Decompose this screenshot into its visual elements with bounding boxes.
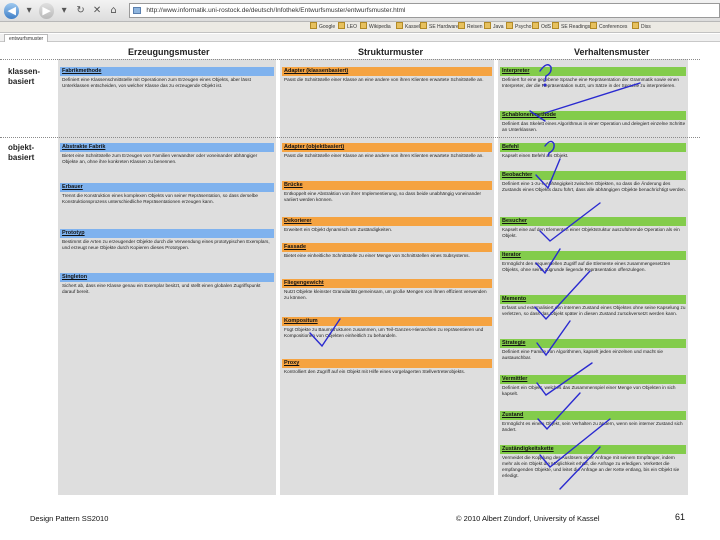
forward-icon[interactable]: ▶ [38,2,55,19]
check-mark-annotation [534,270,591,321]
home-icon[interactable]: ⌂ [107,4,121,18]
page-content: Erzeugungsmuster Strukturmuster Verhalte… [0,43,720,495]
slide: ◀ ▾ ▶ ▾ ↻ ✕ ⌂ http://www.informatik.uni-… [0,0,720,540]
bookmark-item[interactable]: LEO [338,22,357,33]
site-favicon-icon [133,7,142,14]
check-mark-annotation [536,320,571,357]
bookmark-item[interactable]: Java [484,22,504,33]
check-mark-annotation [537,392,581,431]
bookmark-item[interactable]: Diss [632,22,651,33]
back-icon[interactable]: ◀ [4,2,20,19]
bookmark-item[interactable]: Kassel [396,22,420,33]
bookmark-item[interactable]: Reisen [458,22,483,33]
stop-icon[interactable]: ✕ [90,4,104,18]
back-dropdown-icon[interactable]: ▾ [22,4,36,18]
check-mark-annotation [535,158,561,190]
footer-course: Design Pattern SS2010 [30,514,109,523]
bookmarks-bar: Google LEO Wikipedia Kassel SE Hardware … [0,22,720,33]
bookmark-item[interactable]: SE Hardware [420,22,459,33]
check-mark-annotation [535,248,561,275]
question-mark-annotation [544,140,555,157]
handwritten-annotations [309,64,641,490]
bookmark-item[interactable]: Google [310,22,335,33]
page-number: 61 [675,512,686,522]
tab-current[interactable]: entwurfsmuster [4,34,49,42]
bookmark-item[interactable]: Psycho [506,22,531,33]
forward-dropdown-icon[interactable]: ▾ [57,4,71,18]
tab-bar: entwurfsmuster [0,34,720,42]
url-input[interactable]: http://www.informatik.uni-rostock.de/deu… [129,3,720,18]
url-text: http://www.informatik.uni-rostock.de/deu… [146,7,406,14]
footer-copyright: © 2010 Albert Zündorf, University of Kas… [456,514,600,523]
check-mark-annotation [309,318,341,348]
check-mark-annotation [536,362,593,396]
bookmark-item[interactable]: Conferences [590,22,627,33]
bookmark-item[interactable]: Wikipedia [360,22,391,33]
bookmark-item[interactable]: SE Readings [552,22,590,33]
bookmark-item[interactable]: OdS [532,22,551,33]
check-mark-annotation [539,202,601,242]
check-mark-annotation [544,82,641,114]
reload-icon[interactable]: ↻ [74,4,88,18]
question-mark-annotation [539,64,552,82]
browser-toolbar: ◀ ▾ ▶ ▾ ↻ ✕ ⌂ http://www.informatik.uni-… [0,0,720,22]
check-mark-annotation [559,446,601,490]
